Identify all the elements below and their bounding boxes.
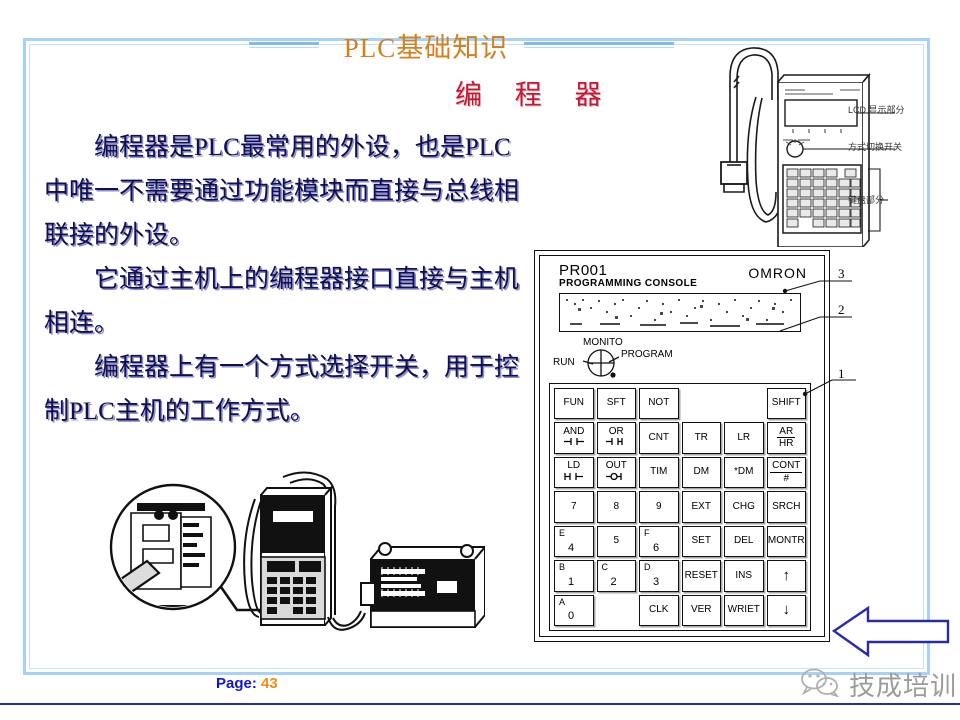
keypad-key--[interactable]: ↑	[766, 560, 806, 592]
keypad-key-ar[interactable]: AR HR	[766, 422, 806, 454]
keypad-key-blank	[596, 594, 636, 626]
keypad-key-wriet[interactable]: WRIET	[724, 594, 764, 626]
label-mode-switch: 方式切换开关	[848, 142, 903, 152]
keypad-key-out[interactable]: OUT	[596, 456, 636, 489]
keypad-key-d[interactable]: D3	[639, 560, 679, 592]
keypad-key-9[interactable]: 9	[639, 491, 679, 523]
brand-watermark: 技成培训	[800, 666, 957, 703]
page-title: PLC基础知识	[343, 33, 509, 63]
keypad-key-del[interactable]: DEL	[724, 525, 764, 558]
keypad-key-montr[interactable]: MONTR	[766, 525, 806, 558]
switch-label-run: RUN	[553, 357, 575, 368]
keypad-key-or[interactable]: OR	[596, 422, 636, 454]
console-lcd-screen	[559, 293, 801, 332]
slide-root: PLC基础知识 编 程 器 编程器是PLC最常用的外设，也是PLC中唯一不需要通…	[0, 0, 960, 720]
page-indicator: Page: 43	[216, 675, 278, 692]
page-number: 43	[261, 675, 278, 692]
console-subtitle: PROGRAMMING CONSOLE	[559, 278, 698, 289]
body-paragraph-1: 编程器是PLC最常用的外设，也是PLC中唯一不需要通过功能模块而直接与总线相联接…	[44, 134, 520, 249]
keypad-key-e[interactable]: E4	[554, 525, 594, 558]
keypad-key-dm[interactable]: DM	[681, 456, 721, 489]
plc-connection-illustration	[85, 465, 488, 655]
keypad-key-blank	[724, 388, 764, 420]
body-paragraph-3: 编程器上有一个方式选择开关，用于控制PLC主机的工作方式。	[44, 354, 520, 425]
keypad-key-ver[interactable]: VER	[681, 594, 721, 626]
left-arrow-callout	[831, 604, 950, 658]
body-text: 编程器是PLC最常用的外设，也是PLC中唯一不需要通过功能模块而直接与总线相联接…	[44, 126, 534, 434]
keypad-key-not[interactable]: NOT	[639, 388, 679, 420]
brand-name: 技成培训	[849, 672, 958, 701]
switch-label-program: PROGRAM	[621, 349, 673, 360]
switch-label-monitor: MONITO	[583, 337, 623, 348]
keypad-key-7[interactable]: 7	[554, 491, 594, 523]
keypad-key-chg[interactable]: CHG	[724, 491, 764, 523]
keypad-key-tim[interactable]: TIM	[639, 456, 679, 489]
keypad-key-reset[interactable]: RESET	[681, 560, 721, 592]
console-callout-2: 2	[838, 302, 845, 317]
keypad-key-8[interactable]: 8	[596, 491, 636, 523]
console-callout-line-1	[802, 379, 856, 397]
keypad-key-5[interactable]: 5	[596, 525, 636, 558]
console-callout-1: 1	[838, 366, 845, 381]
console-model-number: PR001	[559, 262, 608, 279]
keypad-grid: FUN SFT NOT SHIFT AND OR CNT TR LR AR HR LD OUT TIM DM…	[554, 388, 806, 626]
label-lcd-display: LCD 显示部分	[848, 105, 905, 115]
keypad-key-cnt[interactable]: CNT	[639, 422, 679, 454]
keypad-key-sft[interactable]: SFT	[596, 388, 636, 420]
keypad-key-a[interactable]: A0	[554, 594, 594, 626]
keypad-key-cont[interactable]: CONT #	[766, 456, 806, 489]
page-label-text: Page:	[216, 675, 257, 692]
keypad-key-b[interactable]: B1	[554, 560, 594, 592]
console-callout-3: 3	[838, 266, 845, 281]
keypad-key-ins[interactable]: INS	[724, 560, 764, 592]
keypad-key-tr[interactable]: TR	[681, 422, 721, 454]
keypad-key--dm[interactable]: *DM	[724, 456, 764, 489]
body-paragraph-2: 它通过主机上的编程器接口直接与主机相连。	[44, 266, 520, 337]
keypad-key-set[interactable]: SET	[681, 525, 721, 558]
keypad-key--[interactable]: ↓	[766, 594, 806, 626]
keypad-key-srch[interactable]: SRCH	[766, 491, 806, 523]
console-keypad: FUN SFT NOT SHIFT AND OR CNT TR LR AR HR LD OUT TIM DM…	[549, 383, 811, 631]
keypad-key-ld[interactable]: LD	[554, 456, 594, 489]
page-subtitle: 编 程 器	[455, 80, 615, 110]
keypad-key-ext[interactable]: EXT	[681, 491, 721, 523]
keypad-key-lr[interactable]: LR	[724, 422, 764, 454]
footer-divider	[0, 703, 960, 705]
keypad-key-blank	[681, 388, 721, 420]
keypad-key-c[interactable]: C2	[596, 560, 636, 592]
keypad-key-f[interactable]: F6	[639, 525, 679, 558]
console-mode-switch[interactable]: RUN MONITO PROGRAM	[553, 337, 693, 379]
title-rule-left	[249, 42, 319, 48]
wechat-icon	[800, 667, 842, 702]
label-keyboard: 键盘部分	[848, 195, 885, 205]
keypad-key-clk[interactable]: CLK	[639, 594, 679, 626]
title-rule-right	[524, 42, 674, 48]
handheld-programmer-illustration: LCD 显示部分 方式切换开关 键盘部分	[690, 22, 955, 248]
keypad-key-and[interactable]: AND	[554, 422, 594, 454]
keypad-key-fun[interactable]: FUN	[554, 388, 594, 420]
